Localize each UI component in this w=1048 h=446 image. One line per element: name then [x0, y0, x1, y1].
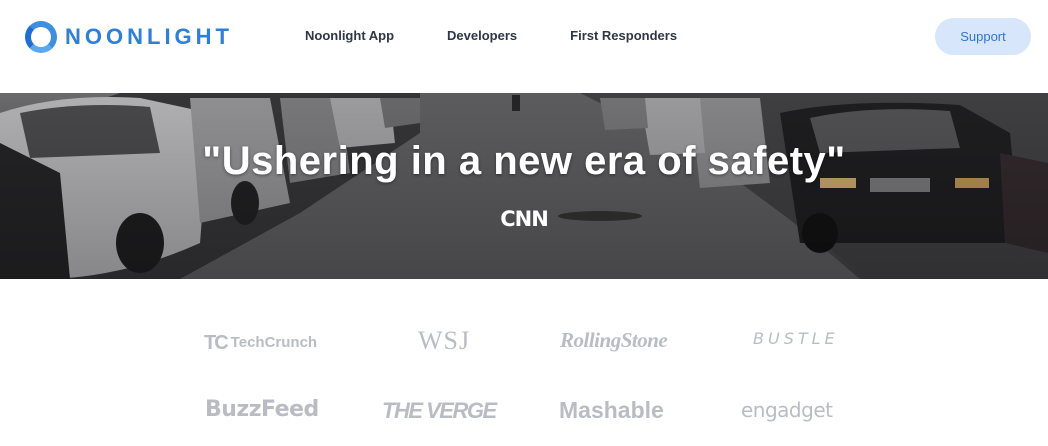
- buzzfeed-logo: BuzzFeed: [205, 397, 319, 422]
- hero-banner: "Ushering in a new era of safety" CNN: [0, 93, 1048, 279]
- rolling-stone-logo: RollingStone: [560, 328, 668, 352]
- hero-quote: "Ushering in a new era of safety": [202, 139, 846, 183]
- noonlight-ring-icon: [25, 21, 57, 53]
- nav-link-noonlight-app[interactable]: Noonlight App: [305, 28, 394, 44]
- cnn-logo: CNN: [500, 207, 549, 231]
- wsj-logo: WSJ: [418, 326, 471, 355]
- the-verge-logo: THE VERGE: [382, 398, 497, 423]
- techcrunch-wordmark: TechCrunch: [230, 334, 318, 351]
- mashable-logo: Mashable: [559, 397, 664, 423]
- brand-logo[interactable]: NOONLIGHT: [25, 21, 233, 53]
- engadget-logo: engadget: [741, 398, 833, 422]
- street-photo-background: [0, 93, 1048, 279]
- nav-link-developers[interactable]: Developers: [447, 28, 517, 44]
- techcrunch-logo: TC TechCrunch: [204, 332, 317, 355]
- techcrunch-mark: TC: [204, 332, 229, 354]
- main-nav: Noonlight App Developers First Responder…: [305, 28, 730, 44]
- site-header: NOONLIGHT Noonlight App Developers First…: [0, 0, 1048, 93]
- brand-wordmark: NOONLIGHT: [65, 24, 233, 49]
- press-logos: TC TechCrunch WSJ RollingStone BUSTLE Buz…: [0, 279, 1048, 446]
- nav-link-first-responders[interactable]: First Responders: [570, 28, 677, 44]
- support-button[interactable]: Support: [935, 18, 1031, 55]
- bustle-logo: BUSTLE: [753, 329, 839, 348]
